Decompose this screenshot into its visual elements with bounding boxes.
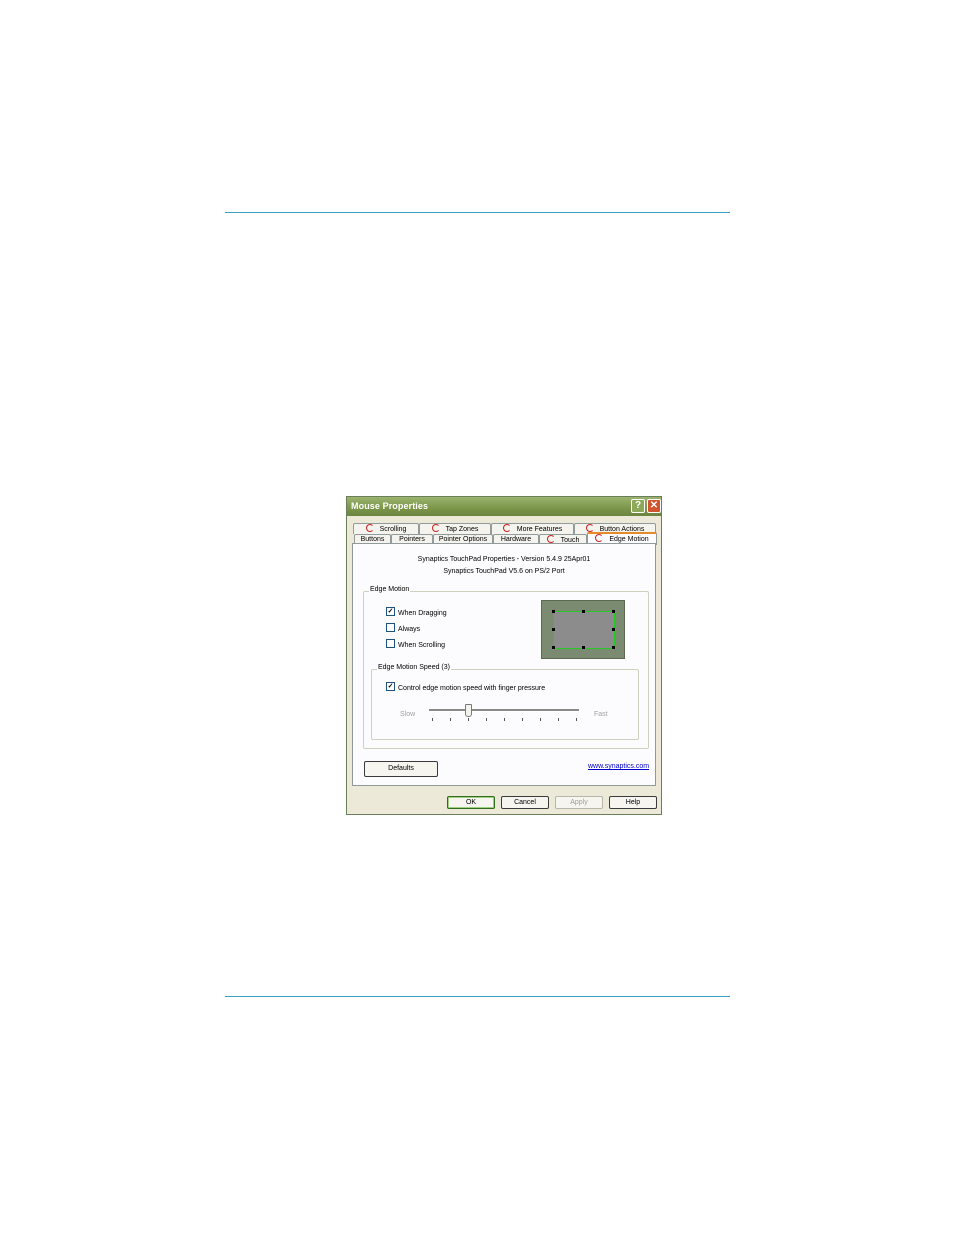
edge-handle bbox=[552, 610, 555, 613]
when-scrolling-checkbox[interactable] bbox=[386, 639, 395, 648]
edge-motion-page: Synaptics TouchPad Properties - Version … bbox=[352, 543, 656, 786]
bottom-rule bbox=[225, 996, 730, 997]
mouse-properties-dialog: Mouse Properties ? ✕ Scrolling Tap Zones… bbox=[346, 496, 662, 815]
edge-handle bbox=[552, 628, 555, 631]
slider-tick bbox=[450, 718, 451, 721]
cancel-button[interactable]: Cancel bbox=[501, 796, 549, 809]
ok-button[interactable]: OK bbox=[447, 796, 495, 809]
synaptics-icon bbox=[595, 534, 604, 542]
edge-handle bbox=[612, 646, 615, 649]
when-dragging-option[interactable]: When Dragging bbox=[386, 607, 447, 617]
slider-tick bbox=[522, 718, 523, 721]
help-button[interactable]: Help bbox=[609, 796, 657, 809]
always-option[interactable]: Always bbox=[386, 623, 420, 633]
speed-slider-track[interactable] bbox=[429, 709, 579, 712]
slow-label: Slow bbox=[400, 711, 416, 718]
driver-version-text: Synaptics TouchPad Properties - Version … bbox=[417, 556, 591, 563]
synaptics-link[interactable]: www.synaptics.com bbox=[588, 763, 649, 770]
speed-slider-thumb[interactable] bbox=[465, 704, 472, 717]
slider-tick bbox=[468, 718, 469, 721]
help-icon[interactable]: ? bbox=[631, 499, 645, 513]
tab-scrolling[interactable]: Scrolling bbox=[353, 523, 419, 534]
edge-handle bbox=[582, 646, 585, 649]
touchpad-preview bbox=[541, 600, 625, 659]
edge-handle bbox=[552, 646, 555, 649]
synaptics-icon bbox=[585, 524, 594, 532]
synaptics-icon bbox=[365, 524, 374, 532]
edge-motion-group: Edge Motion When Dragging Always When Sc… bbox=[363, 586, 649, 749]
edge-motion-speed-group: Edge Motion Speed (3) Control edge motio… bbox=[371, 664, 639, 740]
slider-tick bbox=[558, 718, 559, 721]
when-dragging-checkbox[interactable] bbox=[386, 607, 395, 616]
close-icon[interactable]: ✕ bbox=[647, 499, 661, 513]
defaults-button[interactable]: Defaults bbox=[364, 761, 438, 777]
when-scrolling-option[interactable]: When Scrolling bbox=[386, 639, 445, 649]
always-checkbox[interactable] bbox=[386, 623, 395, 632]
slider-tick bbox=[486, 718, 487, 721]
edge-handle bbox=[612, 628, 615, 631]
edge-handle bbox=[582, 610, 585, 613]
finger-pressure-checkbox[interactable] bbox=[386, 682, 395, 691]
synaptics-icon bbox=[431, 524, 440, 532]
fast-label: Fast bbox=[594, 711, 608, 718]
device-port-text: Synaptics TouchPad V5.6 on PS/2 Port bbox=[443, 568, 565, 575]
finger-pressure-option[interactable]: Control edge motion speed with finger pr… bbox=[386, 682, 545, 692]
edge-handle bbox=[612, 610, 615, 613]
tab-tap-zones[interactable]: Tap Zones bbox=[419, 523, 491, 534]
touchpad-area bbox=[553, 611, 615, 649]
edge-motion-group-label: Edge Motion bbox=[369, 586, 411, 593]
edge-motion-speed-label: Edge Motion Speed (3) bbox=[377, 664, 451, 671]
synaptics-icon bbox=[546, 535, 555, 543]
apply-button[interactable]: Apply bbox=[555, 796, 603, 809]
slider-tick bbox=[576, 718, 577, 721]
slider-tick bbox=[432, 718, 433, 721]
slider-tick bbox=[540, 718, 541, 721]
top-rule bbox=[225, 212, 730, 213]
tab-more-features[interactable]: More Features bbox=[491, 523, 574, 534]
title-bar[interactable]: Mouse Properties ? ✕ bbox=[347, 497, 661, 516]
window-title: Mouse Properties bbox=[351, 501, 429, 511]
synaptics-icon bbox=[502, 524, 511, 532]
slider-tick bbox=[504, 718, 505, 721]
